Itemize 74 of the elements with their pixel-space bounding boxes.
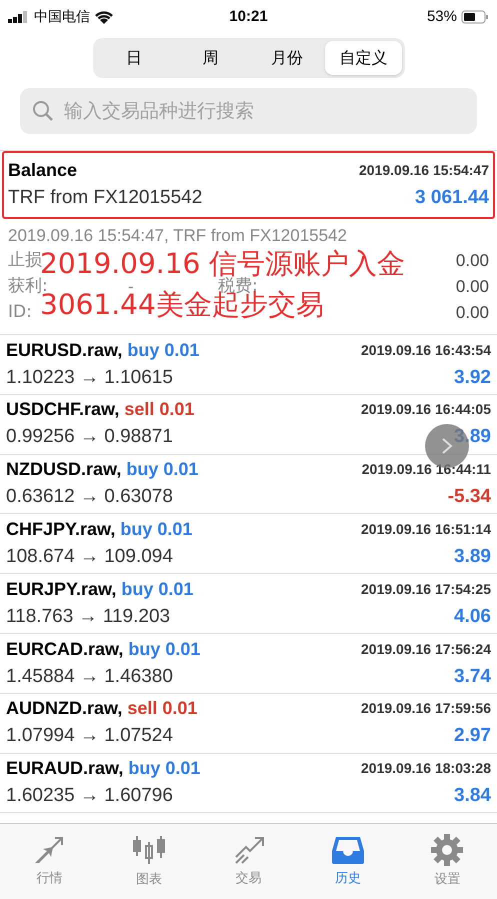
balance-comment: TRF from FX12015542: [8, 186, 202, 210]
trade-volume: sell 0.01: [124, 399, 194, 420]
candlestick-icon: [132, 834, 166, 866]
trade-volume: sell 0.01: [127, 698, 198, 718]
period-tab[interactable]: 周: [172, 41, 248, 75]
search-field[interactable]: 输入交易品种进行搜索: [20, 88, 477, 134]
detail-label: ID:: [8, 301, 32, 324]
trade-prices: 0.63612 → 0.63078: [6, 485, 173, 510]
balance-time: 2019.09.16 15:54:47: [359, 161, 489, 180]
period-tab[interactable]: 月份: [248, 41, 325, 75]
trade-profit: 3.92: [454, 366, 491, 390]
trade-time: 2019.09.16 16:51:14: [361, 520, 491, 540]
trade-symbol: EURAUD.raw,: [6, 758, 124, 778]
trade-symbol: EURJPY.raw,: [6, 578, 116, 599]
period-tab[interactable]: 自定义: [325, 41, 402, 75]
detail-value: 0.00: [456, 250, 489, 272]
annotation-text: 2019.09.16 信号源账户入金: [40, 248, 406, 278]
trade-row[interactable]: EURUSD.raw, buy 0.01 2019.09.16 16:43:54 1.10223 → 1.10615 3.92: [0, 335, 497, 395]
trade-symbol: NZDUSD.raw,: [6, 459, 122, 480]
trade-prices: 1.07994 → 1.07524: [6, 724, 173, 748]
trade-prices: 1.45884 → 1.46380: [6, 664, 173, 689]
trade-volume: buy 0.01: [121, 578, 194, 599]
trade-time: 2019.09.16 16:44:11: [362, 460, 491, 480]
signal-icon: [8, 11, 30, 23]
trade-row[interactable]: CHFJPY.raw, buy 0.01 2019.09.16 16:51:14 108.674 → 109.094 3.89: [0, 514, 497, 574]
trade-volume: buy 0.01: [120, 519, 192, 540]
trade-row[interactable]: EURAUD.raw, buy 0.01 2019.09.16 18:03:28 1.60235 → 1.60796 3.84: [0, 754, 497, 814]
inbox-tray-icon: [330, 834, 365, 865]
trade-volume: buy 0.01: [127, 340, 200, 360]
carrier-name: 中国电信: [34, 8, 90, 26]
trade-volume: buy 0.01: [128, 758, 200, 778]
trade-row[interactable]: EURCAD.raw, buy 0.01 2019.09.16 17:56:24 1.45884 → 1.46380 3.74: [0, 634, 497, 694]
detail-summary: 2019.09.16 15:54:47, TRF from FX12015542: [8, 224, 348, 246]
detail-value: 0.00: [456, 302, 489, 324]
trade-profit: 3.89: [454, 545, 491, 570]
trade-row[interactable]: AUDNZD.raw, sell 0.01 2019.09.16 17:59:56 1.07994 → 1.07524 2.97: [0, 694, 497, 754]
balance-title: Balance: [8, 159, 78, 182]
trade-profit: 4.06: [454, 604, 491, 629]
trade-profit: -5.34: [448, 485, 491, 510]
balance-amount: 3 061.44: [415, 186, 489, 210]
tab-bar-item[interactable]: 历史: [298, 824, 398, 899]
trade-volume: buy 0.01: [126, 459, 198, 480]
trade-time: 2019.09.16 17:59:56: [361, 699, 491, 718]
battery-icon: [460, 10, 489, 24]
search-icon: [32, 100, 54, 122]
clock-time: 10:21: [228, 6, 269, 27]
settings-icon: [431, 834, 464, 866]
detail-value: 0.00: [456, 276, 489, 298]
trade-row[interactable]: EURJPY.raw, buy 0.01 2019.09.16 17:54:25 118.763 → 119.203 4.06: [0, 574, 497, 634]
trade-symbol: USDCHF.raw,: [6, 399, 120, 420]
trade-prices: 1.60235 → 1.60796: [6, 784, 173, 808]
battery-percent: 53%: [426, 6, 457, 27]
trade-profit: 3.74: [454, 664, 491, 689]
trade-profit: 3.84: [454, 784, 491, 808]
chevron-right-icon: [441, 437, 453, 455]
trade-time: 2019.09.16 16:44:05: [361, 400, 491, 420]
period-tab[interactable]: 日: [96, 41, 172, 75]
trade-prices: 118.763 → 119.203: [6, 604, 170, 629]
trade-symbol: AUDNZD.raw,: [6, 698, 122, 718]
trade-symbol: EURCAD.raw,: [6, 638, 124, 659]
trade-time: 2019.09.16 16:43:54: [361, 340, 491, 360]
trade-symbol: EURUSD.raw,: [6, 340, 122, 360]
trade-prices: 108.674 → 109.094: [6, 545, 173, 570]
trade-profit: 3.89: [454, 425, 491, 450]
trade-volume: buy 0.01: [128, 638, 200, 659]
trade-prices: 0.99256 → 0.98871: [6, 425, 173, 450]
trade-prices: 1.10223 → 1.10615: [6, 366, 173, 390]
trade-symbol: CHFJPY.raw,: [6, 519, 116, 540]
detail-label: 止损: [8, 249, 42, 272]
trade-time: 2019.09.16 17:56:24: [361, 640, 491, 659]
trade-time: 2019.09.16 18:03:28: [361, 759, 491, 778]
trade-profit: 2.97: [454, 724, 491, 748]
trade-time: 2019.09.16 17:54:25: [361, 580, 491, 599]
wifi-icon: [94, 10, 114, 24]
